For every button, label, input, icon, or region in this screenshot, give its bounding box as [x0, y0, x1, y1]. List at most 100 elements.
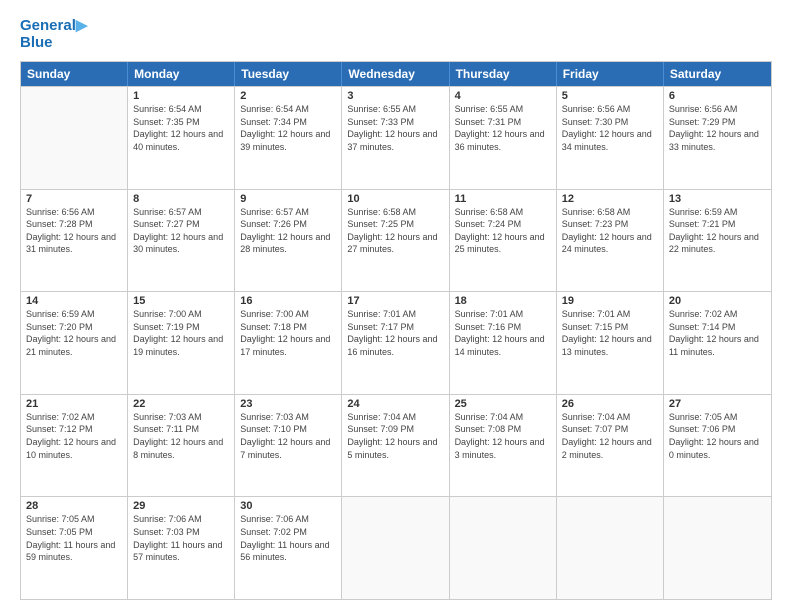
- day-number: 12: [562, 193, 658, 205]
- logo-text: General▶: [20, 18, 87, 35]
- calendar-cell: 2Sunrise: 6:54 AMSunset: 7:34 PMDaylight…: [235, 87, 342, 189]
- day-number: 16: [240, 295, 336, 307]
- calendar-cell: 19Sunrise: 7:01 AMSunset: 7:15 PMDayligh…: [557, 292, 664, 394]
- day-number: 30: [240, 500, 336, 512]
- day-info: Sunrise: 6:54 AMSunset: 7:34 PMDaylight:…: [240, 103, 336, 153]
- day-number: 29: [133, 500, 229, 512]
- day-info: Sunrise: 6:57 AMSunset: 7:26 PMDaylight:…: [240, 206, 336, 256]
- calendar-cell: 22Sunrise: 7:03 AMSunset: 7:11 PMDayligh…: [128, 395, 235, 497]
- day-info: Sunrise: 6:59 AMSunset: 7:20 PMDaylight:…: [26, 308, 122, 358]
- calendar-cell: 27Sunrise: 7:05 AMSunset: 7:06 PMDayligh…: [664, 395, 771, 497]
- day-number: 21: [26, 398, 122, 410]
- day-header-monday: Monday: [128, 62, 235, 86]
- day-info: Sunrise: 7:02 AMSunset: 7:12 PMDaylight:…: [26, 411, 122, 461]
- day-info: Sunrise: 7:04 AMSunset: 7:09 PMDaylight:…: [347, 411, 443, 461]
- day-info: Sunrise: 7:01 AMSunset: 7:17 PMDaylight:…: [347, 308, 443, 358]
- calendar-week-2: 7Sunrise: 6:56 AMSunset: 7:28 PMDaylight…: [21, 189, 771, 292]
- calendar-cell: 29Sunrise: 7:06 AMSunset: 7:03 PMDayligh…: [128, 497, 235, 599]
- calendar-week-4: 21Sunrise: 7:02 AMSunset: 7:12 PMDayligh…: [21, 394, 771, 497]
- day-number: 25: [455, 398, 551, 410]
- logo-subtext: Blue: [20, 35, 87, 52]
- day-number: 17: [347, 295, 443, 307]
- calendar-cell: 4Sunrise: 6:55 AMSunset: 7:31 PMDaylight…: [450, 87, 557, 189]
- calendar-cell: 6Sunrise: 6:56 AMSunset: 7:29 PMDaylight…: [664, 87, 771, 189]
- day-header-sunday: Sunday: [21, 62, 128, 86]
- calendar-cell: 25Sunrise: 7:04 AMSunset: 7:08 PMDayligh…: [450, 395, 557, 497]
- calendar: SundayMondayTuesdayWednesdayThursdayFrid…: [20, 61, 772, 600]
- day-number: 5: [562, 90, 658, 102]
- page: General▶ Blue SundayMondayTuesdayWednesd…: [0, 0, 792, 612]
- day-number: 18: [455, 295, 551, 307]
- day-info: Sunrise: 7:02 AMSunset: 7:14 PMDaylight:…: [669, 308, 766, 358]
- day-number: 14: [26, 295, 122, 307]
- calendar-cell: [664, 497, 771, 599]
- calendar-cell: 1Sunrise: 6:54 AMSunset: 7:35 PMDaylight…: [128, 87, 235, 189]
- calendar-week-5: 28Sunrise: 7:05 AMSunset: 7:05 PMDayligh…: [21, 496, 771, 599]
- day-number: 1: [133, 90, 229, 102]
- day-number: 6: [669, 90, 766, 102]
- calendar-cell: 7Sunrise: 6:56 AMSunset: 7:28 PMDaylight…: [21, 190, 128, 292]
- calendar-cell: 24Sunrise: 7:04 AMSunset: 7:09 PMDayligh…: [342, 395, 449, 497]
- calendar-cell: 10Sunrise: 6:58 AMSunset: 7:25 PMDayligh…: [342, 190, 449, 292]
- day-info: Sunrise: 6:56 AMSunset: 7:30 PMDaylight:…: [562, 103, 658, 153]
- day-number: 20: [669, 295, 766, 307]
- calendar-cell: 14Sunrise: 6:59 AMSunset: 7:20 PMDayligh…: [21, 292, 128, 394]
- day-number: 11: [455, 193, 551, 205]
- day-info: Sunrise: 6:57 AMSunset: 7:27 PMDaylight:…: [133, 206, 229, 256]
- day-header-tuesday: Tuesday: [235, 62, 342, 86]
- day-header-thursday: Thursday: [450, 62, 557, 86]
- day-number: 27: [669, 398, 766, 410]
- day-info: Sunrise: 6:54 AMSunset: 7:35 PMDaylight:…: [133, 103, 229, 153]
- calendar-cell: 12Sunrise: 6:58 AMSunset: 7:23 PMDayligh…: [557, 190, 664, 292]
- day-number: 15: [133, 295, 229, 307]
- calendar-cell: 21Sunrise: 7:02 AMSunset: 7:12 PMDayligh…: [21, 395, 128, 497]
- day-header-saturday: Saturday: [664, 62, 771, 86]
- calendar-cell: 30Sunrise: 7:06 AMSunset: 7:02 PMDayligh…: [235, 497, 342, 599]
- day-number: 19: [562, 295, 658, 307]
- logo-container: General▶ Blue: [20, 18, 87, 51]
- day-number: 10: [347, 193, 443, 205]
- calendar-cell: 9Sunrise: 6:57 AMSunset: 7:26 PMDaylight…: [235, 190, 342, 292]
- day-info: Sunrise: 7:05 AMSunset: 7:05 PMDaylight:…: [26, 513, 122, 563]
- calendar-cell: 20Sunrise: 7:02 AMSunset: 7:14 PMDayligh…: [664, 292, 771, 394]
- calendar-cell: 18Sunrise: 7:01 AMSunset: 7:16 PMDayligh…: [450, 292, 557, 394]
- day-number: 4: [455, 90, 551, 102]
- calendar-cell: 5Sunrise: 6:56 AMSunset: 7:30 PMDaylight…: [557, 87, 664, 189]
- day-number: 26: [562, 398, 658, 410]
- day-info: Sunrise: 6:55 AMSunset: 7:33 PMDaylight:…: [347, 103, 443, 153]
- day-info: Sunrise: 7:06 AMSunset: 7:03 PMDaylight:…: [133, 513, 229, 563]
- calendar-cell: 3Sunrise: 6:55 AMSunset: 7:33 PMDaylight…: [342, 87, 449, 189]
- calendar-cell: 17Sunrise: 7:01 AMSunset: 7:17 PMDayligh…: [342, 292, 449, 394]
- calendar-cell: [342, 497, 449, 599]
- day-info: Sunrise: 7:05 AMSunset: 7:06 PMDaylight:…: [669, 411, 766, 461]
- calendar-cell: [21, 87, 128, 189]
- calendar-cell: [450, 497, 557, 599]
- day-info: Sunrise: 6:56 AMSunset: 7:28 PMDaylight:…: [26, 206, 122, 256]
- day-info: Sunrise: 6:59 AMSunset: 7:21 PMDaylight:…: [669, 206, 766, 256]
- day-number: 13: [669, 193, 766, 205]
- day-header-friday: Friday: [557, 62, 664, 86]
- day-info: Sunrise: 7:03 AMSunset: 7:10 PMDaylight:…: [240, 411, 336, 461]
- day-info: Sunrise: 7:04 AMSunset: 7:08 PMDaylight:…: [455, 411, 551, 461]
- day-number: 23: [240, 398, 336, 410]
- calendar-week-3: 14Sunrise: 6:59 AMSunset: 7:20 PMDayligh…: [21, 291, 771, 394]
- day-info: Sunrise: 7:00 AMSunset: 7:18 PMDaylight:…: [240, 308, 336, 358]
- calendar-cell: 8Sunrise: 6:57 AMSunset: 7:27 PMDaylight…: [128, 190, 235, 292]
- calendar-cell: 15Sunrise: 7:00 AMSunset: 7:19 PMDayligh…: [128, 292, 235, 394]
- day-info: Sunrise: 6:56 AMSunset: 7:29 PMDaylight:…: [669, 103, 766, 153]
- calendar-cell: 28Sunrise: 7:05 AMSunset: 7:05 PMDayligh…: [21, 497, 128, 599]
- day-number: 7: [26, 193, 122, 205]
- day-header-wednesday: Wednesday: [342, 62, 449, 86]
- calendar-cell: 26Sunrise: 7:04 AMSunset: 7:07 PMDayligh…: [557, 395, 664, 497]
- day-info: Sunrise: 7:01 AMSunset: 7:15 PMDaylight:…: [562, 308, 658, 358]
- day-number: 24: [347, 398, 443, 410]
- day-number: 3: [347, 90, 443, 102]
- day-number: 28: [26, 500, 122, 512]
- logo: General▶ Blue: [20, 18, 87, 51]
- day-info: Sunrise: 6:55 AMSunset: 7:31 PMDaylight:…: [455, 103, 551, 153]
- day-info: Sunrise: 6:58 AMSunset: 7:25 PMDaylight:…: [347, 206, 443, 256]
- day-info: Sunrise: 7:06 AMSunset: 7:02 PMDaylight:…: [240, 513, 336, 563]
- day-number: 2: [240, 90, 336, 102]
- calendar-cell: 11Sunrise: 6:58 AMSunset: 7:24 PMDayligh…: [450, 190, 557, 292]
- day-number: 9: [240, 193, 336, 205]
